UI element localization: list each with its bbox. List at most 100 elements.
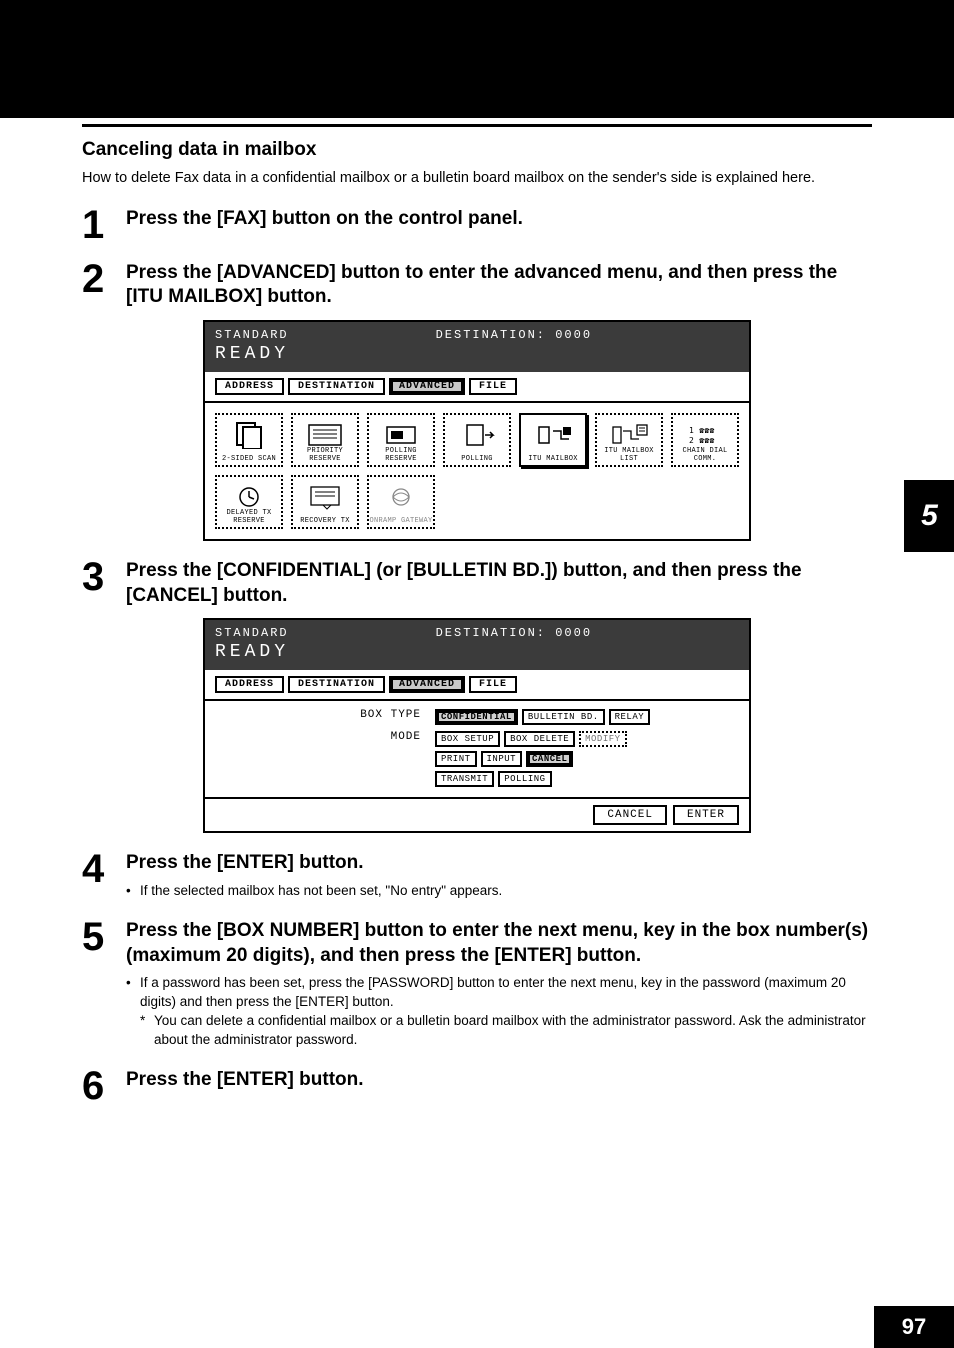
modify-button: MODIFY (579, 731, 626, 747)
page-number: 97 (874, 1306, 954, 1348)
button-label: CHAIN DIAL COMM. (673, 447, 737, 463)
step-6: 6 Press the [ENTER] button. (82, 1068, 872, 1104)
mailbox-icon (530, 421, 576, 449)
recovery-tx-button[interactable]: RECOVERY TX (291, 475, 359, 529)
fax-status-header: STANDARD DESTINATION: 0000 READY (205, 322, 749, 372)
box-type-label: BOX TYPE (215, 709, 435, 721)
button-label: ONRAMP GATEWAY (369, 517, 432, 525)
tab-advanced[interactable]: ADVANCED (389, 676, 465, 693)
note-text: If a password has been set, press the [P… (140, 974, 872, 1012)
header-black-bar (0, 0, 954, 118)
advanced-button-grid: 2-SIDED SCAN PRIORITY RESERVE POLLING RE… (205, 403, 749, 539)
mode-label: MODE (215, 731, 435, 743)
destination-count: DESTINATION: 0000 (436, 328, 592, 342)
confidential-button[interactable]: CONFIDENTIAL (435, 709, 518, 725)
page-icon (226, 421, 272, 449)
step-3: 3 Press the [CONFIDENTIAL] (or [BULLETIN… (82, 559, 872, 608)
button-label: PRIORITY RESERVE (293, 447, 357, 463)
transmit-button[interactable]: TRANSMIT (435, 771, 494, 787)
content-area: Canceling data in mailbox How to delete … (82, 124, 872, 1114)
step-number: 5 (82, 919, 126, 955)
step-title: Press the [FAX] button on the control pa… (126, 207, 872, 232)
button-label: RECOVERY TX (300, 517, 350, 525)
itu-mailbox-button[interactable]: ITU MAILBOX (519, 413, 587, 467)
step-4-note: •If the selected mailbox has not been se… (126, 882, 872, 901)
mailbox-settings-area: BOX TYPE CONFIDENTIAL BULLETIN BD. RELAY… (205, 701, 749, 797)
priority-reserve-button[interactable]: PRIORITY RESERVE (291, 413, 359, 467)
tab-destination[interactable]: DESTINATION (288, 676, 385, 693)
step-2: 2 Press the [ADVANCED] button to enter t… (82, 261, 872, 310)
step-title: Press the [ENTER] button. (126, 851, 872, 876)
step-5: 5 Press the [BOX NUMBER] button to enter… (82, 919, 872, 1050)
embedded-screenshot-2: STANDARD DESTINATION: 0000 READY ADDRESS… (82, 618, 872, 833)
step-number: 4 (82, 851, 126, 887)
gateway-icon (378, 483, 424, 511)
button-label: POLLING (461, 455, 493, 463)
fax-tab-row: ADDRESS DESTINATION ADVANCED FILE (205, 372, 749, 403)
fax-panel-itu-mailbox: STANDARD DESTINATION: 0000 READY ADDRESS… (203, 618, 751, 833)
polling-button[interactable]: POLLING (498, 771, 551, 787)
cancel-button[interactable]: CANCEL (593, 805, 667, 825)
fax-tab-row: ADDRESS DESTINATION ADVANCED FILE (205, 670, 749, 701)
fax-status-header: STANDARD DESTINATION: 0000 READY (205, 620, 749, 670)
section-title: Canceling data in mailbox (82, 139, 872, 161)
button-label: ITU MAILBOX (528, 455, 578, 463)
button-label: DELAYED TX RESERVE (217, 509, 281, 525)
step-number: 1 (82, 207, 126, 243)
tab-file[interactable]: FILE (469, 676, 517, 693)
button-label: ITU MAILBOX LIST (597, 447, 661, 463)
doc-arrow-icon (454, 421, 500, 449)
chapter-tab: 5 (904, 480, 954, 552)
step-5-notes: •If a password has been set, press the [… (126, 974, 872, 1050)
onramp-gateway-button[interactable]: ONRAMP GATEWAY (367, 475, 435, 529)
star-note-text: You can delete a confidential mailbox or… (154, 1012, 872, 1050)
step-title: Press the [ENTER] button. (126, 1068, 872, 1093)
dialog-footer: CANCEL ENTER (205, 797, 749, 831)
itu-mailbox-list-button[interactable]: ITU MAILBOX LIST (595, 413, 663, 467)
intro-paragraph: How to delete Fax data in a confidential… (82, 169, 872, 189)
destination-count: DESTINATION: 0000 (436, 626, 592, 640)
tab-advanced[interactable]: ADVANCED (389, 378, 465, 395)
resolution-label: STANDARD (215, 626, 289, 640)
relay-button[interactable]: RELAY (609, 709, 651, 725)
step-number: 3 (82, 559, 126, 595)
two-sided-scan-button[interactable]: 2-SIDED SCAN (215, 413, 283, 467)
svg-text:2 ☎☎☎: 2 ☎☎☎ (689, 436, 715, 445)
tab-file[interactable]: FILE (469, 378, 517, 395)
chain-dial-button[interactable]: 1 ☎☎☎2 ☎☎☎ CHAIN DIAL COMM. (671, 413, 739, 467)
step-title: Press the [BOX NUMBER] button to enter t… (126, 919, 872, 968)
enter-button[interactable]: ENTER (673, 805, 739, 825)
embedded-screenshot-1: STANDARD DESTINATION: 0000 READY ADDRESS… (82, 320, 872, 541)
tab-address[interactable]: ADDRESS (215, 378, 284, 395)
machine-icon (378, 421, 424, 449)
button-label: 2-SIDED SCAN (222, 455, 276, 463)
tab-destination[interactable]: DESTINATION (288, 378, 385, 395)
step-title: Press the [CONFIDENTIAL] (or [BULLETIN B… (126, 559, 872, 608)
delayed-tx-reserve-button[interactable]: DELAYED TX RESERVE (215, 475, 283, 529)
print-button[interactable]: PRINT (435, 751, 477, 767)
ready-label: READY (215, 344, 739, 364)
note-text: If the selected mailbox has not been set… (140, 882, 872, 901)
tab-address[interactable]: ADDRESS (215, 676, 284, 693)
step-1: 1 Press the [FAX] button on the control … (82, 207, 872, 243)
section-rule (82, 124, 872, 127)
box-delete-button[interactable]: BOX DELETE (504, 731, 575, 747)
list-icon (302, 421, 348, 449)
step-4: 4 Press the [ENTER] button. •If the sele… (82, 851, 872, 901)
page: 5 97 Canceling data in mailbox How to de… (0, 0, 954, 1348)
bulletin-bd-button[interactable]: BULLETIN BD. (522, 709, 605, 725)
clock-icon (226, 483, 272, 511)
polling-reserve-button[interactable]: POLLING RESERVE (367, 413, 435, 467)
box-setup-button[interactable]: BOX SETUP (435, 731, 500, 747)
ready-label: READY (215, 642, 739, 662)
mailbox-list-icon (606, 421, 652, 449)
svg-text:1 ☎☎☎: 1 ☎☎☎ (689, 426, 715, 435)
step-number: 2 (82, 261, 126, 297)
cancel-mode-button[interactable]: CANCEL (526, 751, 573, 767)
polling-button[interactable]: POLLING (443, 413, 511, 467)
step-number: 6 (82, 1068, 126, 1104)
step-title: Press the [ADVANCED] button to enter the… (126, 261, 872, 310)
resolution-label: STANDARD (215, 328, 289, 342)
recovery-icon (302, 483, 348, 511)
input-button[interactable]: INPUT (481, 751, 523, 767)
